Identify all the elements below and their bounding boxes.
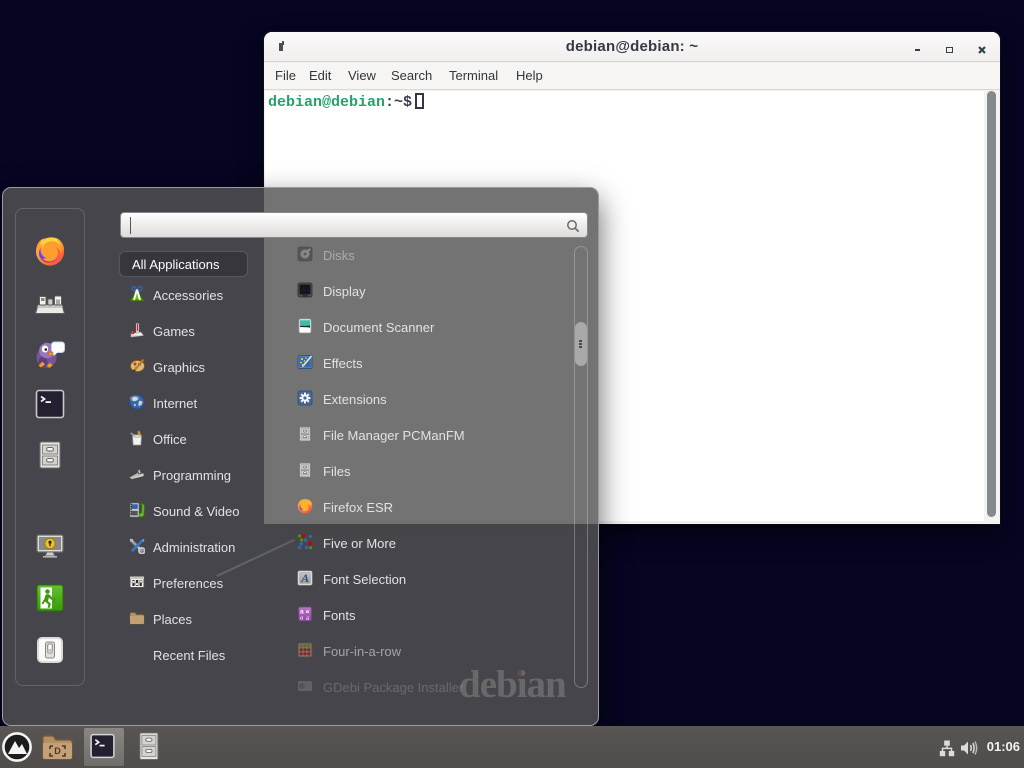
svg-text:a: a (306, 615, 310, 622)
svg-text:A: A (300, 573, 309, 585)
svg-text:D: D (54, 746, 61, 756)
